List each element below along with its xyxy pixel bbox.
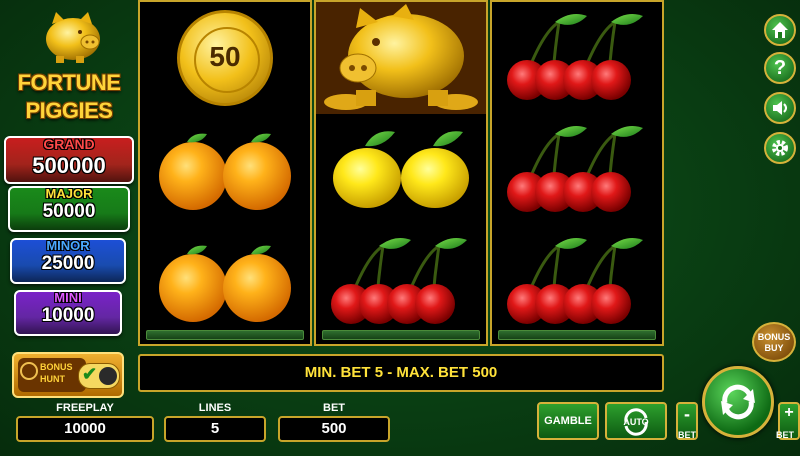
jackpot-value: 500000 — [32, 153, 106, 178]
lines-label: LINES — [198, 402, 232, 414]
settings-button[interactable] — [764, 132, 796, 164]
jackpot-value: 25000 — [41, 253, 95, 274]
jackpot-major: MAJOR 50000 — [8, 186, 130, 232]
reel-symbol-lemon — [316, 114, 486, 226]
jackpot-mini: MINI 10000 — [14, 290, 122, 336]
plus-icon: + — [784, 404, 794, 421]
jackpot-minor: MINOR 25000 — [10, 238, 126, 284]
spin-button[interactable] — [702, 366, 774, 438]
reel-indicator-bar — [498, 330, 656, 340]
logo-line-1: FORTUNE — [17, 70, 121, 95]
bet-range-message: MIN. BET 5 - MAX. BET 500 — [138, 354, 664, 392]
jackpot-label: MINOR — [46, 238, 90, 253]
help-button[interactable]: ? — [764, 52, 796, 84]
home-icon — [772, 22, 788, 38]
spin-arrows-icon — [721, 384, 755, 420]
freeplay-value: 10000 — [16, 416, 154, 442]
sound-icon — [773, 101, 787, 115]
bonus-buy-button[interactable]: BONUS BUY — [752, 322, 796, 362]
jackpot-label: MINI — [54, 290, 82, 305]
reel-symbol-cherry — [492, 226, 662, 338]
reel-3 — [490, 0, 664, 346]
coin-value: 50 — [209, 41, 241, 72]
reel-indicator-bar — [146, 330, 304, 340]
bonus-buy-line-2: BUY — [764, 343, 784, 353]
reel-symbol-cherry — [492, 2, 662, 114]
game-logo: FORTUNE PIGGIES — [2, 4, 136, 132]
reel-symbol-orange — [140, 226, 310, 338]
reel-symbol-cherry — [492, 114, 662, 226]
bonus-hunt-toggle[interactable]: BONUS HUNT ✔ — [12, 352, 124, 398]
reel-symbol-piggy — [316, 2, 486, 114]
lines-value: 5 — [164, 416, 266, 442]
reel-2 — [314, 0, 488, 346]
checkmark-icon: ✔ — [82, 364, 98, 384]
toggle-switch[interactable]: ✔ — [78, 363, 120, 389]
reel-symbol-orange — [140, 114, 310, 226]
toggle-knob — [99, 367, 117, 385]
minus-icon: - — [684, 404, 690, 424]
bet-value: 500 — [278, 416, 390, 442]
freeplay-label: FREEPLAY — [56, 402, 114, 414]
reel-symbol-coin: 50 — [140, 2, 310, 114]
reel-1: 50 — [138, 0, 312, 346]
piggy-logo-icon — [46, 12, 100, 63]
coin-symbol: 50 — [177, 10, 273, 106]
bet-minus-label: BET — [678, 430, 696, 440]
settings-icon — [772, 140, 788, 156]
bonus-hunt-line-2: HUNT — [40, 374, 65, 384]
target-icon — [20, 362, 38, 380]
jackpot-label: MAJOR — [45, 186, 93, 201]
reel-symbol-cherry — [316, 226, 486, 338]
bet-label: BET — [323, 402, 345, 414]
bet-plus-label: BET — [776, 430, 794, 440]
home-button[interactable] — [764, 14, 796, 46]
help-icon: ? — [773, 57, 787, 79]
auto-label: AUTO — [623, 417, 649, 427]
bonus-hunt-line-1: BONUS — [40, 362, 73, 372]
reel-indicator-bar — [322, 330, 480, 340]
gamble-button[interactable]: GAMBLE — [537, 402, 599, 440]
jackpot-grand: GRAND 500000 — [4, 136, 134, 184]
auto-button[interactable]: AUTO — [605, 402, 667, 440]
jackpot-value: 50000 — [42, 201, 96, 222]
bonus-buy-line-1: BONUS — [757, 332, 791, 342]
jackpot-value: 10000 — [41, 305, 95, 326]
logo-line-2: PIGGIES — [25, 98, 113, 123]
sound-button[interactable] — [764, 92, 796, 124]
jackpot-label: GRAND — [43, 136, 95, 152]
